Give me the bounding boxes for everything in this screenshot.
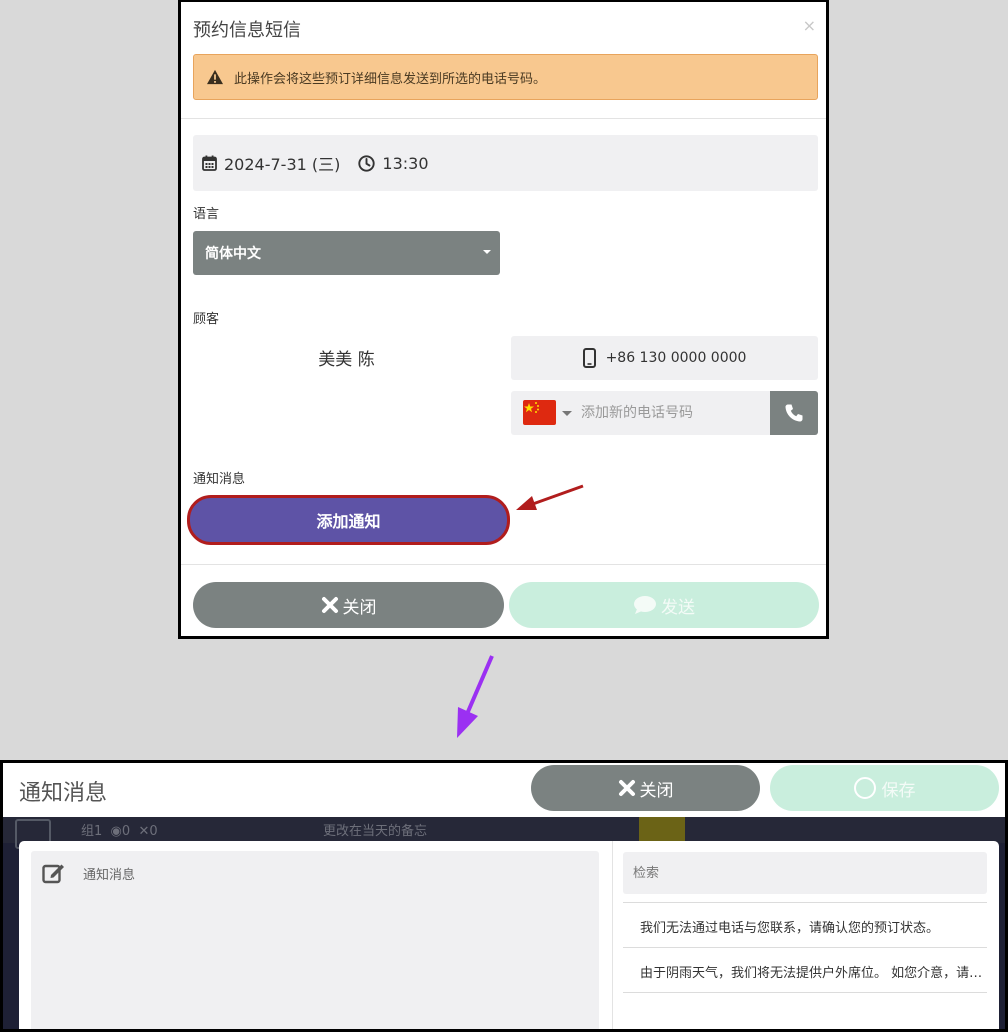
- send-label: 发送: [661, 597, 695, 618]
- save-label: 保存: [881, 780, 916, 801]
- divider: [612, 841, 613, 1029]
- edit-note-icon: [42, 864, 64, 884]
- panel-header: 通知消息 关闭 保存: [3, 763, 1005, 817]
- notice-textarea[interactable]: 通知消息: [31, 851, 599, 1029]
- warning-icon: [207, 69, 223, 85]
- memo-text: 更改在当天的备忘: [323, 824, 428, 839]
- existing-phone-option[interactable]: +86 130 0000 0000: [511, 336, 818, 380]
- mobile-phone-icon: [582, 348, 596, 368]
- close-icon: [618, 780, 635, 796]
- template-item[interactable]: 由于阴雨天气，我们将无法提供户外席位。 如您介意，请联系我们。: [623, 947, 987, 992]
- language-value: 简体中文: [205, 246, 261, 262]
- close-icon: [321, 597, 338, 613]
- group-indicator: 组1 ◉0 ✕0: [81, 824, 158, 839]
- modal-title: 预约信息短信: [193, 20, 301, 41]
- reservation-datetime: 2024-7-31 (三) 13:30: [193, 135, 818, 191]
- clock-icon: [358, 154, 376, 172]
- calendar-icon: [202, 155, 217, 171]
- language-label: 语言: [193, 207, 220, 222]
- save-button[interactable]: 保存: [770, 765, 999, 811]
- notice-label: 通知消息: [193, 472, 246, 487]
- language-select[interactable]: 简体中文: [193, 231, 500, 275]
- existing-phone-number: +86 130 0000 0000: [605, 350, 747, 366]
- close-button[interactable]: 关闭: [193, 582, 504, 628]
- warning-text: 此操作会将这些预订详细信息发送到所选的电话号码。: [234, 71, 547, 87]
- phone-icon: [785, 404, 803, 422]
- notice-message-panel: 组1 ◉0 ✕0 更改在当天的备忘 通知消息 关闭 保存 通知消息 检索 我们无…: [0, 760, 1008, 1032]
- chevron-down-icon: [483, 250, 491, 254]
- panel-close-label: 关闭: [639, 780, 674, 801]
- purple-pointer-arrow-icon: [457, 655, 494, 738]
- divider: [181, 118, 826, 119]
- highlight-block: [639, 817, 685, 843]
- template-search-input[interactable]: [623, 852, 987, 894]
- china-flag-icon[interactable]: [523, 400, 556, 425]
- customer-label: 顾客: [193, 312, 220, 327]
- background-toolbar: 组1 ◉0 ✕0 更改在当天的备忘: [3, 817, 1005, 843]
- new-phone-group: [511, 391, 818, 435]
- add-phone-button[interactable]: [770, 391, 818, 435]
- chat-bubble-icon: [634, 596, 656, 614]
- country-dropdown-caret-icon[interactable]: [562, 411, 572, 416]
- modal-close-icon[interactable]: ×: [803, 16, 816, 35]
- panel-close-button[interactable]: 关闭: [531, 765, 760, 811]
- panel-title: 通知消息: [19, 781, 108, 806]
- reservation-time: 13:30: [382, 153, 429, 173]
- new-phone-input[interactable]: [581, 391, 761, 435]
- divider: [623, 992, 987, 993]
- sms-modal: 预约信息短信 × 此操作会将这些预订详细信息发送到所选的电话号码。 2024-7…: [178, 0, 829, 639]
- red-pointer-arrow-icon: [516, 484, 584, 510]
- template-item[interactable]: 我们无法通过电话与您联系，请确认您的预订状态。: [623, 902, 987, 947]
- add-notice-button[interactable]: 添加通知: [187, 495, 510, 545]
- warning-alert: 此操作会将这些预订详细信息发送到所选的电话号码。: [193, 54, 818, 100]
- send-button[interactable]: 发送: [509, 582, 819, 628]
- notice-editor-card: 通知消息 我们无法通过电话与您联系，请确认您的预订状态。 由于阴雨天气，我们将无…: [19, 841, 999, 1029]
- reservation-date: 2024-7-31 (三): [224, 155, 341, 174]
- notice-textarea-placeholder: 通知消息: [83, 868, 136, 883]
- close-label: 关闭: [342, 597, 377, 618]
- customer-name: 美美 陈: [318, 350, 375, 370]
- divider: [181, 564, 826, 565]
- circle-icon: [853, 777, 876, 799]
